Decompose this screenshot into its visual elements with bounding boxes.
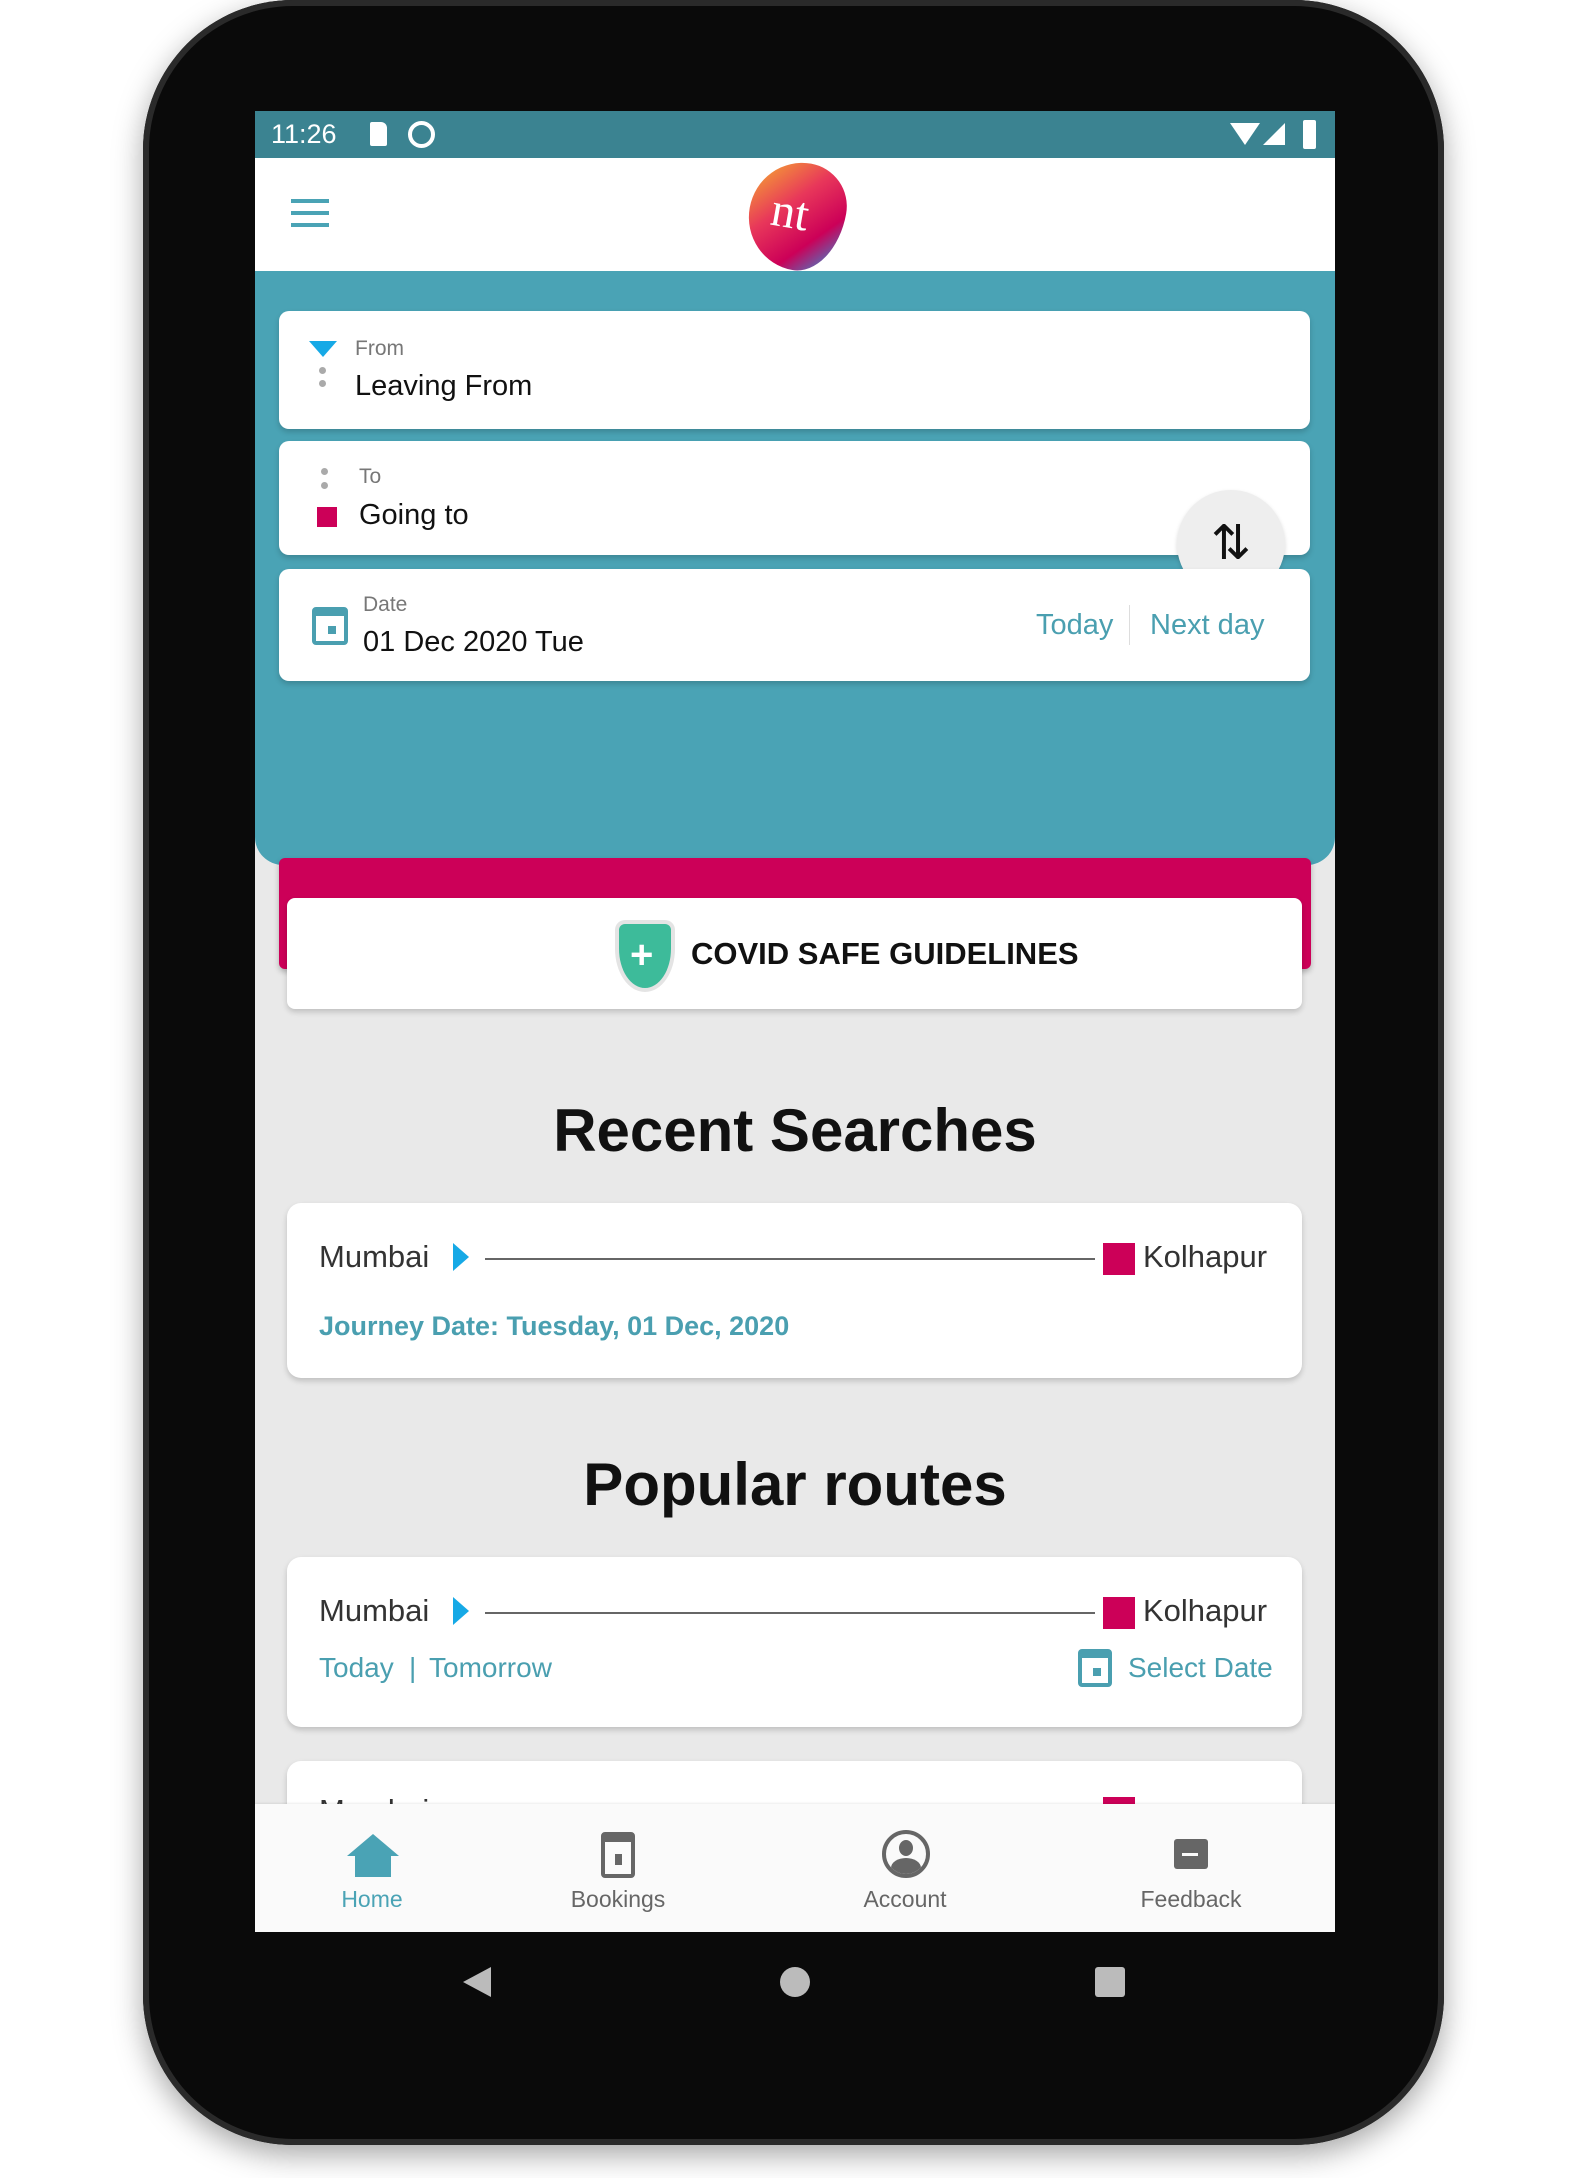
back-button[interactable]	[463, 1967, 491, 1997]
home-icon	[347, 1834, 399, 1856]
nav-label: Feedback	[1140, 1886, 1242, 1912]
app-bar: nt	[255, 154, 1335, 278]
bottom-nav: Home Bookings Account Feedback	[255, 1804, 1335, 1932]
account-icon	[882, 1830, 930, 1878]
calendar-icon	[312, 607, 348, 645]
arrow-icon	[453, 1243, 469, 1271]
from-label: From	[355, 337, 404, 360]
to-label: To	[359, 465, 382, 488]
status-bar: 11:26	[255, 111, 1335, 158]
to-input[interactable]: Going to	[359, 499, 469, 532]
nav-feedback[interactable]: Feedback	[1091, 1804, 1291, 1932]
divider	[1129, 605, 1130, 645]
calendar-icon	[1078, 1649, 1112, 1687]
next-day-button[interactable]: Next day	[1150, 609, 1264, 642]
menu-icon[interactable]	[291, 199, 329, 227]
recents-button[interactable]	[1095, 1967, 1125, 1997]
screen: 11:26 nt From Leaving From To Going to ⇅…	[255, 111, 1335, 1932]
recent-searches-title: Recent Searches	[553, 1097, 1037, 1164]
destination-marker-icon	[1103, 1597, 1135, 1629]
feedback-icon	[1174, 1839, 1208, 1869]
popular-routes-title: Popular routes	[583, 1451, 1007, 1518]
wifi-icon	[1230, 123, 1260, 145]
sd-card-icon	[370, 122, 387, 146]
journey-date: Journey Date: Tuesday, 01 Dec, 2020	[319, 1311, 790, 1341]
destination-marker-icon	[317, 507, 337, 527]
home-button[interactable]	[780, 1967, 810, 1997]
select-date-link[interactable]: Select Date	[1128, 1652, 1273, 1684]
nav-bookings[interactable]: Bookings	[518, 1804, 718, 1932]
destination-city: Kolhapur	[1143, 1239, 1268, 1274]
nav-label: Home	[341, 1886, 403, 1912]
shield-icon: +	[615, 920, 675, 992]
date-field[interactable]: Date 01 Dec 2020 Tue Today Next day	[279, 569, 1310, 681]
from-input[interactable]: Leaving From	[355, 370, 532, 403]
origin-marker-icon	[309, 341, 337, 357]
covid-guidelines-button[interactable]: + COVID SAFE GUIDELINES	[287, 898, 1302, 1009]
tomorrow-link[interactable]: Tomorrow	[429, 1652, 552, 1684]
nav-account[interactable]: Account	[805, 1804, 1005, 1932]
battery-icon	[1303, 120, 1316, 149]
nav-label: Account	[863, 1886, 947, 1912]
to-field[interactable]: To Going to	[279, 441, 1310, 555]
nav-label: Bookings	[570, 1886, 666, 1912]
search-panel: From Leaving From To Going to ⇅ Date 01 …	[255, 271, 1335, 969]
from-field[interactable]: From Leaving From	[279, 311, 1310, 429]
logo-text: nt	[767, 182, 814, 242]
today-button[interactable]: Today	[1036, 609, 1113, 642]
signal-icon	[1263, 123, 1285, 145]
recent-search-card[interactable]: Mumbai Kolhapur Journey Date: Tuesday, 0…	[287, 1203, 1302, 1378]
destination-marker-icon	[1103, 1243, 1135, 1275]
popular-route-card[interactable]: Mumbai Kolhapur Today | Tomorrow Select …	[287, 1557, 1302, 1727]
separator: |	[409, 1652, 417, 1683]
logo: nt	[740, 154, 854, 278]
date-label: Date	[363, 593, 408, 616]
today-link[interactable]: Today	[319, 1652, 394, 1684]
calendar-icon	[601, 1832, 635, 1878]
swap-arrows-icon: ⇅	[1210, 517, 1252, 570]
origin-city: Mumbai	[319, 1239, 430, 1274]
origin-city: Mumbai	[319, 1593, 430, 1628]
date-value[interactable]: 01 Dec 2020 Tue	[363, 626, 584, 659]
destination-city: Kolhapur	[1143, 1593, 1268, 1628]
arrow-icon	[453, 1597, 469, 1625]
nav-home[interactable]: Home	[272, 1804, 472, 1932]
covid-label: COVID SAFE GUIDELINES	[691, 936, 1079, 971]
sync-icon	[408, 121, 435, 148]
status-time: 11:26	[271, 119, 337, 149]
